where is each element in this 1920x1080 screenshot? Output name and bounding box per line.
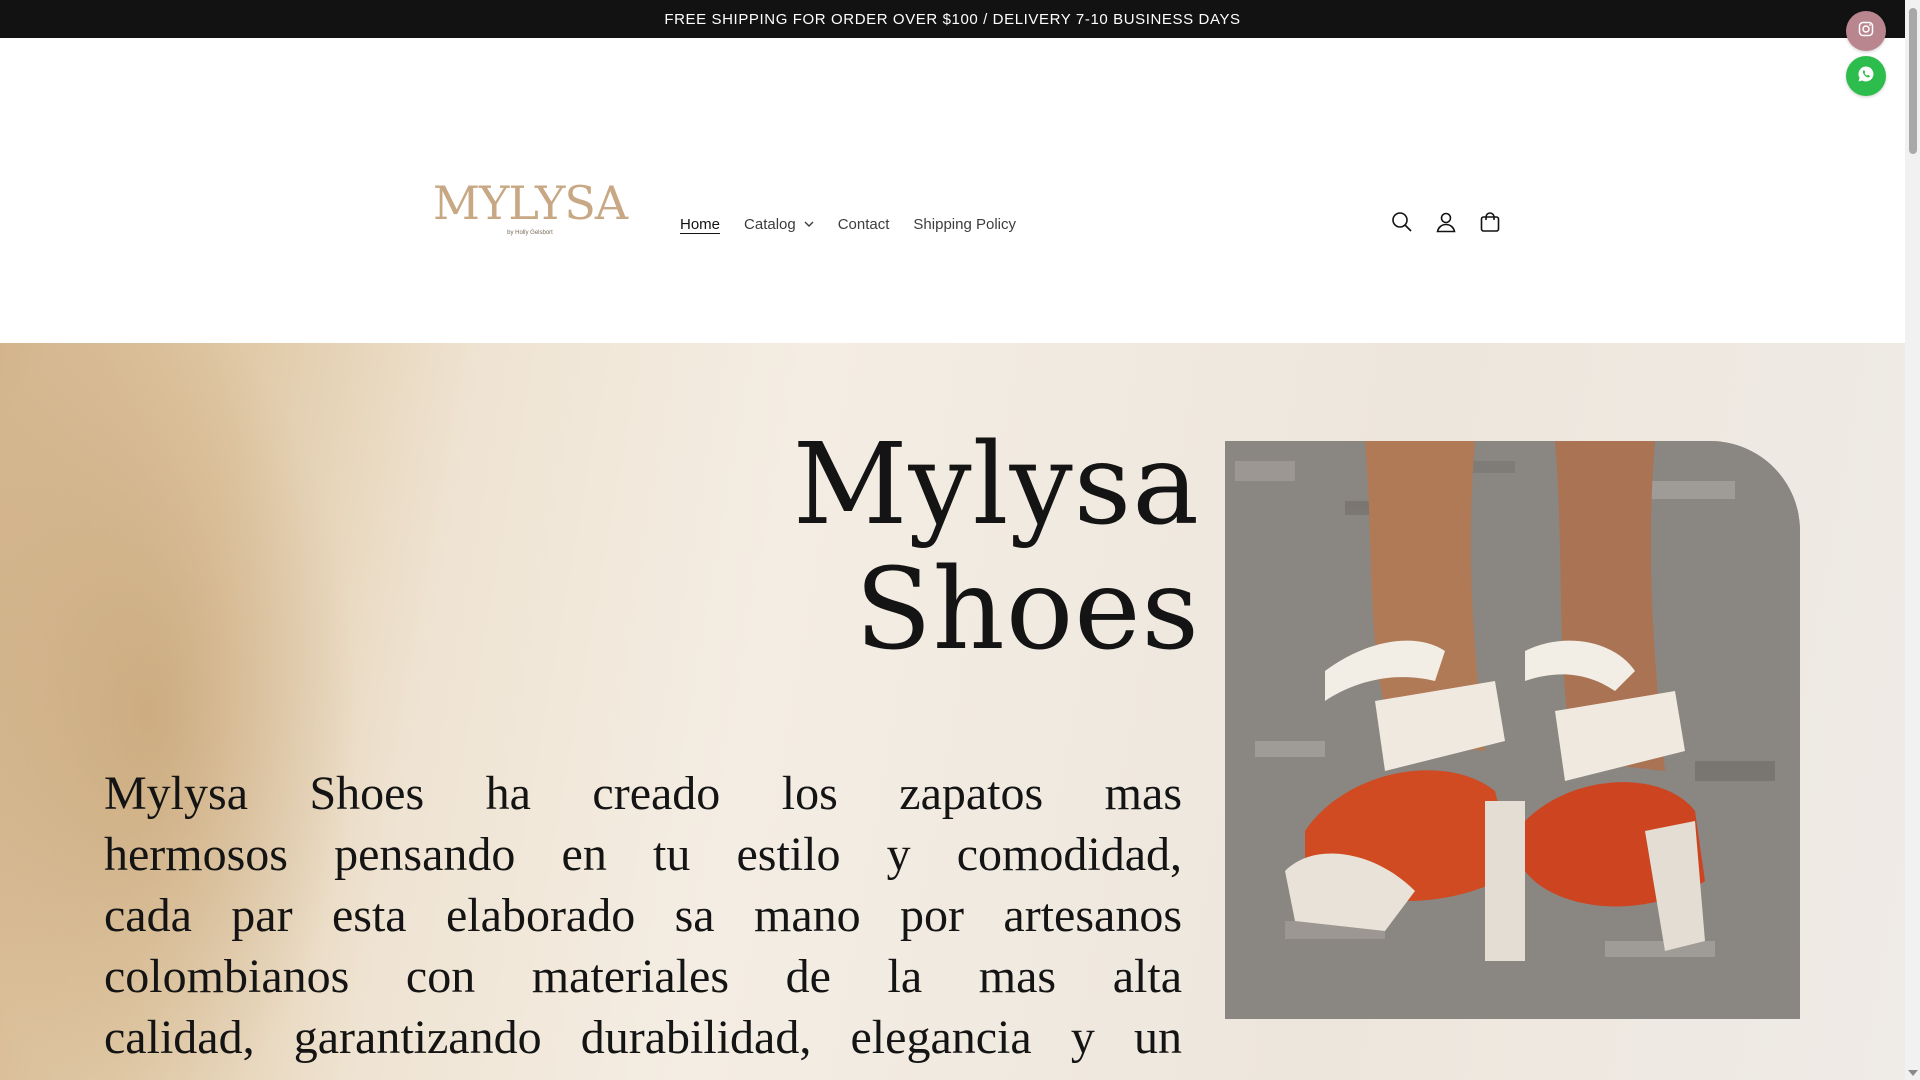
hero-text-line: Mylysa Shoes ha creado los zapatos mas	[104, 767, 1182, 820]
nav-catalog[interactable]: Catalog	[744, 216, 814, 233]
whatsapp-float-button[interactable]	[1846, 56, 1886, 96]
header-icons	[1390, 210, 1502, 234]
site-header: MYLYSA by Holly Gelsbort Home Catalog Co…	[0, 38, 1905, 343]
hero-text-line: cada par esta elaborado sa mano por arte…	[104, 889, 1182, 942]
store-logo[interactable]: MYLYSA by Holly Gelsbort	[433, 160, 628, 256]
nav-contact[interactable]: Contact	[838, 216, 890, 233]
nav-shipping-policy[interactable]: Shipping Policy	[913, 216, 1016, 233]
nav-home-label: Home	[680, 216, 721, 233]
hero-text-line: colombianos con materiales de la mas alt…	[104, 950, 1182, 1003]
instagram-float-button[interactable]	[1846, 11, 1886, 51]
nav-contact-label: Contact	[837, 216, 890, 233]
announcement-bar: FREE SHIPPING FOR ORDER OVER $100 / DELI…	[0, 0, 1905, 38]
scroll-down-arrow-icon[interactable]	[1908, 1070, 1918, 1076]
hero-text-line: hermosos pensando en tu estilo y comodid…	[104, 828, 1182, 881]
hero-description: Mylysa Shoes ha creado los zapatos mas h…	[104, 763, 1182, 1068]
hero-shoe-photo	[1225, 441, 1800, 1019]
page-scrollbar[interactable]	[1905, 0, 1920, 1080]
search-icon[interactable]	[1390, 210, 1414, 234]
announcement-text: FREE SHIPPING FOR ORDER OVER $100 / DELI…	[664, 10, 1241, 28]
nav-home[interactable]: Home	[680, 216, 720, 233]
scrollbar-thumb[interactable]	[1909, 8, 1917, 154]
hero-text-line: calidad, garantizando durabilidad, elega…	[104, 1011, 1182, 1064]
nav-catalog-label: Catalog	[744, 216, 796, 233]
whatsapp-icon	[1857, 65, 1875, 88]
instagram-icon	[1858, 21, 1874, 42]
logo-wordmark: MYLYSA	[432, 176, 628, 230]
cart-icon[interactable]	[1478, 210, 1502, 234]
main-nav: Home Catalog Contact Shipping Policy	[680, 216, 1016, 233]
chevron-down-icon	[804, 221, 814, 228]
hero-title: Mylysa Shoes	[640, 420, 1200, 676]
hero-banner[interactable]: Mylysa Shoes Mylysa Shoes ha creado los …	[0, 343, 1905, 1080]
hero-title-line1: Mylysa	[792, 420, 1200, 550]
nav-shipping-policy-label: Shipping Policy	[913, 216, 1016, 233]
hero-title-line2: Shoes	[854, 545, 1200, 676]
account-icon[interactable]	[1434, 210, 1458, 234]
logo-subtext: by Holly Gelsbort	[507, 230, 553, 236]
